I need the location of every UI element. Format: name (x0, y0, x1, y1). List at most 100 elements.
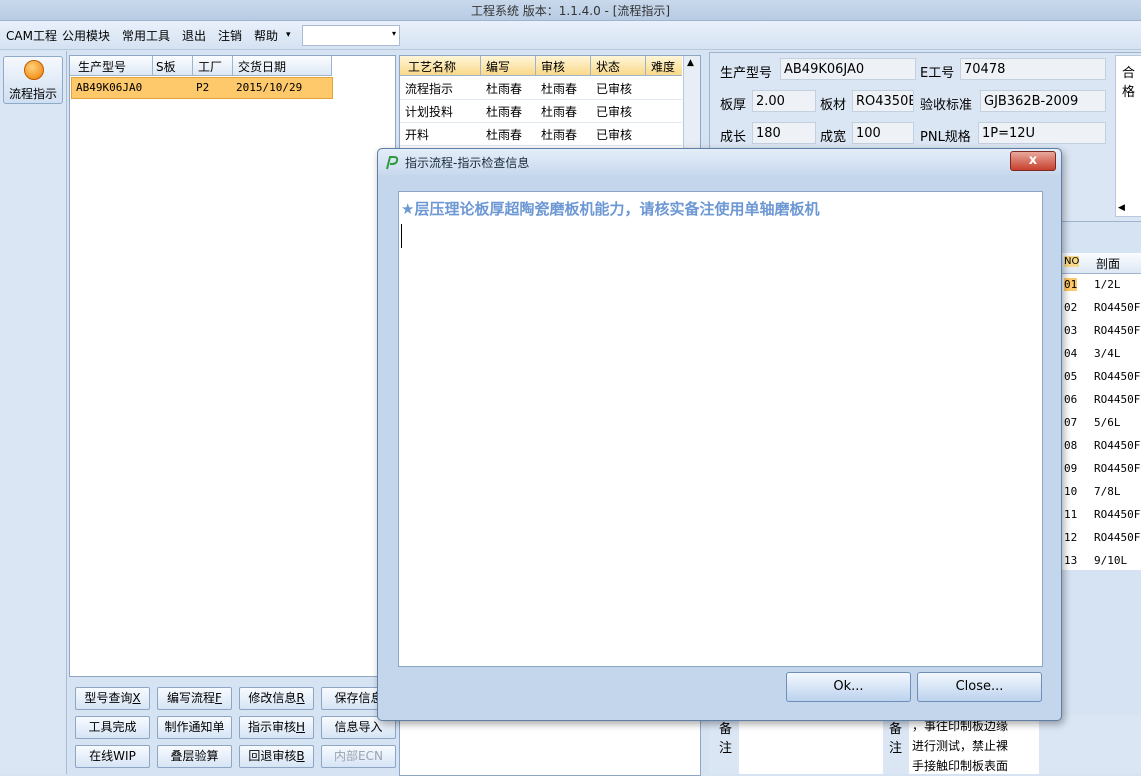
col-no[interactable]: NO (1064, 256, 1080, 267)
layer-profile: RO4450F (1094, 462, 1141, 475)
menu-tools[interactable]: 常用工具 (122, 27, 170, 44)
right-subpanel: 合格 ◀ (1115, 55, 1141, 217)
dialog-message: ★层压理论板厚超陶瓷磨板机能力，请核实备注使用单轴磨板机 (401, 200, 820, 218)
table-row[interactable]: 04 3/4L (1060, 343, 1141, 366)
width-field[interactable]: 100 (852, 122, 914, 144)
row-factory: P2 (196, 81, 210, 94)
row-date: 2015/10/29 (236, 81, 303, 94)
table-row[interactable]: 11 RO4450F (1060, 504, 1141, 527)
process-grid: 工艺名称 编写 审核 状态 难度 ▲ 流程指示 杜雨春 杜雨春 已审核 计划投料… (399, 55, 701, 157)
table-row[interactable]: 07 5/6L (1060, 412, 1141, 435)
menu-public[interactable]: 公用模块 (62, 27, 110, 44)
col-factory[interactable]: 工厂 (198, 58, 222, 75)
row-process-name: 开料 (405, 128, 430, 142)
table-row[interactable]: 计划投料 杜雨春 杜雨春 已审核 (400, 99, 682, 123)
menu-exit[interactable]: 退出 (182, 27, 206, 44)
menu-help[interactable]: 帮助 (254, 27, 278, 44)
accept-field[interactable]: GJB362B-2009 (980, 90, 1106, 112)
col-difficulty[interactable]: 难度 (651, 58, 675, 75)
notes-panel: 备 注 备 注 ，事往印制板边缘 进行测试，禁止裸 手接触印制板表面 (709, 715, 1141, 774)
layer-profile: RO4450F (1094, 370, 1141, 383)
pnl-field[interactable]: 1P=12U (978, 122, 1106, 144)
scroll-left-icon[interactable]: ◀ (1118, 203, 1125, 213)
row-writer: 杜雨春 (486, 105, 523, 119)
table-row[interactable]: 12 RO4450F (1060, 527, 1141, 550)
table-row[interactable]: AB49K06JA0 P2 2015/10/29 (71, 77, 333, 99)
close-button[interactable]: Close... (917, 672, 1042, 702)
table-row[interactable]: 13 9/10L (1060, 550, 1141, 573)
dialog-title: 指示流程-指示检查信息 (405, 156, 530, 170)
length-label: 成长 (720, 130, 747, 145)
window-title: 工程系统 版本：1.1.4.0 - [流程指示] (470, 4, 671, 18)
indicate-review-button[interactable]: 指示审核H (239, 716, 314, 739)
process-header: 工艺名称 编写 审核 状态 难度 (400, 56, 682, 76)
table-row[interactable]: 08 RO4450F (1060, 435, 1141, 458)
flow-icon (24, 60, 44, 80)
table-row[interactable]: 开料 杜雨春 杜雨春 已审核 (400, 122, 682, 146)
length-field[interactable]: 180 (752, 122, 816, 144)
notes-line-2: 进行测试，禁止裸 (912, 739, 1009, 753)
chevron-down-icon[interactable]: ▾ (392, 29, 396, 38)
close-icon: x (1028, 153, 1038, 168)
process-scrollbar[interactable]: ▲ (683, 56, 700, 156)
e-field[interactable]: 70478 (960, 58, 1106, 80)
table-row[interactable]: 06 RO4450F (1060, 389, 1141, 412)
col-date[interactable]: 交货日期 (238, 58, 286, 75)
dialog-close-button[interactable]: x (1010, 151, 1056, 171)
help-dropdown-icon[interactable]: ▾ (286, 30, 291, 40)
model-query-button[interactable]: 型号查询X (75, 687, 150, 710)
layer-profile: RO4450F (1094, 508, 1141, 521)
table-row[interactable]: 流程指示 杜雨春 杜雨春 已审核 (400, 76, 682, 100)
lower-middle-panel (399, 715, 701, 776)
orders-grid: 生产型号 S板 工厂 交货日期 AB49K06JA0 P2 2015/10/29 (69, 55, 396, 677)
online-wip-button[interactable]: 在线WIP (75, 745, 150, 768)
layer-profile: 5/6L (1094, 416, 1121, 429)
revert-review-button[interactable]: 回退审核B (239, 745, 314, 768)
dialog-message-box[interactable]: ★层压理论板厚超陶瓷磨板机能力，请核实备注使用单轴磨板机 (398, 191, 1043, 667)
layer-profile: RO4450F (1094, 393, 1141, 406)
table-row[interactable]: 10 7/8L (1060, 481, 1141, 504)
tool-done-button[interactable]: 工具完成 (75, 716, 150, 739)
mat-field[interactable]: RO4350E (852, 90, 914, 112)
layer-no: 13 (1064, 554, 1078, 567)
internal-ecn-button[interactable]: 内部ECN (321, 745, 396, 768)
row-reviewer: 杜雨春 (541, 105, 578, 119)
stack-check-button[interactable]: 叠层验算 (157, 745, 232, 768)
scroll-up-icon[interactable]: ▲ (687, 58, 694, 68)
col-s[interactable]: S板 (156, 58, 176, 75)
write-flow-button[interactable]: 编写流程F (157, 687, 232, 710)
menu-bar: CAM工程 公用模块 常用工具 退出 注销 帮助 ▾ ▾ (0, 21, 1141, 50)
table-row[interactable]: 09 RO4450F (1060, 458, 1141, 481)
flow-indicate-nav-button[interactable]: 流程指示 (3, 56, 63, 104)
make-notice-button[interactable]: 制作通知单 (157, 716, 232, 739)
row-status: 已审核 (596, 105, 633, 119)
model-field[interactable]: AB49K06JA0 (780, 58, 916, 80)
layer-profile: RO4450F (1094, 324, 1141, 337)
col-reviewer[interactable]: 审核 (541, 58, 565, 75)
modify-info-button[interactable]: 修改信息R (239, 687, 314, 710)
thick-field[interactable]: 2.00 (752, 90, 816, 112)
col-process[interactable]: 工艺名称 (408, 58, 456, 75)
table-row[interactable]: 01 1/2L (1060, 274, 1141, 297)
menu-logout[interactable]: 注销 (218, 27, 242, 44)
notes-field-right[interactable]: ，事往印制板边缘 进行测试，禁止裸 手接触印制板表面 (909, 715, 1039, 774)
table-row[interactable]: 05 RO4450F (1060, 366, 1141, 389)
table-row[interactable]: 02 RO4450F (1060, 297, 1141, 320)
menu-cam[interactable]: CAM工程 (6, 27, 57, 44)
layer-profile: 3/4L (1094, 347, 1121, 360)
col-writer[interactable]: 编写 (486, 58, 510, 75)
table-row[interactable]: 03 RO4450F (1060, 320, 1141, 343)
notes-field-left[interactable] (739, 715, 883, 774)
menu-combo[interactable]: ▾ (302, 25, 400, 46)
ok-button[interactable]: Ok... (786, 672, 911, 702)
width-label: 成宽 (820, 130, 847, 145)
orders-header: 生产型号 S板 工厂 交货日期 (70, 56, 332, 76)
model-label: 生产型号 (720, 66, 773, 81)
layer-profile: 9/10L (1094, 554, 1128, 567)
col-status[interactable]: 状态 (596, 58, 620, 75)
nav-button-label: 流程指示 (8, 87, 57, 101)
col-profile[interactable]: 剖面 (1096, 255, 1120, 272)
col-model[interactable]: 生产型号 (78, 58, 126, 75)
layer-no: 11 (1064, 508, 1078, 521)
e-label: E工号 (920, 66, 955, 81)
